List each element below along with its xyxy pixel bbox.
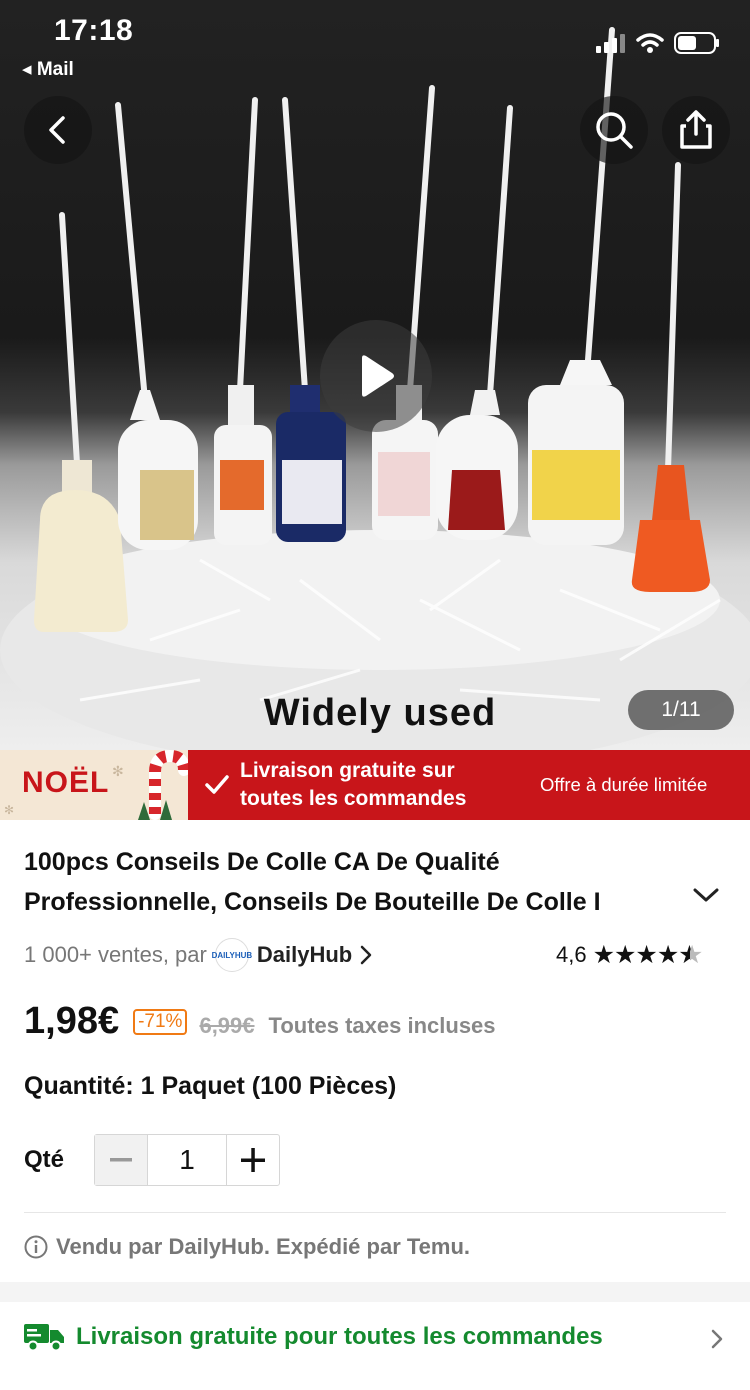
free-shipping-text: Livraison gratuite sur toutes les comman… xyxy=(240,757,530,813)
price-row: 1,98€ -71% 6,99€ Toutes taxes incluses xyxy=(24,1000,496,1043)
wifi-icon xyxy=(636,33,664,53)
check-icon xyxy=(205,775,229,794)
plus-icon xyxy=(241,1148,265,1172)
product-image-gallery[interactable]: 17:18 ◂ Mail Widely used 1/11 xyxy=(0,0,750,750)
store-logo: DAILYHUB xyxy=(212,938,252,972)
battery-icon xyxy=(674,32,719,54)
status-time: 17:18 xyxy=(54,14,134,47)
search-button[interactable] xyxy=(580,96,648,164)
play-video-button[interactable] xyxy=(320,320,432,432)
info-icon xyxy=(24,1235,48,1259)
chevron-right-icon xyxy=(360,945,372,965)
free-shipping-line2: toutes les commandes xyxy=(240,787,467,810)
limited-offer-label: Offre à durée limitée xyxy=(540,774,708,795)
quantity-value[interactable]: 1 xyxy=(147,1135,227,1185)
truck-icon xyxy=(24,1324,64,1352)
sales-store-row[interactable]: 1 000+ ventes, par DAILYHUB DailyHub xyxy=(24,938,372,972)
back-app-label: Mail xyxy=(36,59,74,80)
minus-icon xyxy=(110,1158,132,1162)
share-button[interactable] xyxy=(662,96,730,164)
current-price: 1,98€ xyxy=(24,1000,120,1042)
rating-value: 4,6 xyxy=(556,942,587,967)
seller-note[interactable]: Vendu par DailyHub. Expédié par Temu. xyxy=(24,1234,470,1260)
free-shipping-line1: Livraison gratuite sur xyxy=(240,759,455,782)
noel-label: NOËL xyxy=(22,766,110,799)
qty-label: Qté xyxy=(24,1146,65,1173)
seller-note-text: Vendu par DailyHub. Expédié par Temu. xyxy=(56,1234,471,1259)
decrement-button[interactable] xyxy=(95,1135,147,1185)
sales-count: 1 000+ ventes, par xyxy=(24,942,207,967)
free-shipping-label: Livraison gratuite pour toutes les comma… xyxy=(76,1323,603,1350)
increment-button[interactable] xyxy=(227,1135,279,1185)
chevron-left-icon xyxy=(49,116,65,144)
product-title-line1: 100pcs Conseils De Colle CA De Qualité xyxy=(24,848,500,876)
share-icon xyxy=(680,110,712,149)
promo-banner[interactable]: ✻ ✻ NOËL Livraison gratuite sur toutes l… xyxy=(0,750,750,820)
title-fade xyxy=(634,882,664,922)
original-price: 6,99€ xyxy=(199,1013,255,1038)
divider xyxy=(24,1212,726,1213)
svg-text:✻: ✻ xyxy=(4,803,14,817)
store-name[interactable]: DailyHub xyxy=(257,942,352,968)
section-gap xyxy=(0,1282,750,1302)
qty-row: Qté 1 xyxy=(24,1134,280,1186)
back-button[interactable] xyxy=(24,96,92,164)
noel-badge: ✻ ✻ NOËL xyxy=(0,750,188,820)
star-rating-icon: ★★★★★★ xyxy=(592,941,703,969)
chevron-right-icon[interactable] xyxy=(710,1328,724,1350)
free-shipping-row[interactable]: Livraison gratuite pour toutes les comma… xyxy=(24,1322,603,1352)
quantity-stepper[interactable]: 1 xyxy=(94,1134,280,1186)
image-counter: 1/11 xyxy=(628,690,734,730)
quantity-option[interactable]: Quantité: 1 Paquet (100 Pièces) xyxy=(24,1072,396,1101)
back-to-mail-link[interactable]: ◂ Mail xyxy=(22,58,74,81)
svg-text:✻: ✻ xyxy=(112,764,124,780)
chevron-down-icon[interactable] xyxy=(692,886,720,904)
product-title-line2: Professionnelle, Conseils De Bouteille D… xyxy=(24,888,601,916)
discount-badge: -71% xyxy=(133,1009,188,1035)
tax-note: Toutes taxes incluses xyxy=(268,1013,496,1038)
search-icon xyxy=(596,112,633,149)
play-icon xyxy=(362,355,394,397)
product-title[interactable]: 100pcs Conseils De Colle CA De Qualité P… xyxy=(24,842,664,922)
signal-icon xyxy=(596,34,625,53)
status-icons xyxy=(596,32,720,54)
rating[interactable]: 4,6 ★★★★★★ xyxy=(556,940,702,970)
